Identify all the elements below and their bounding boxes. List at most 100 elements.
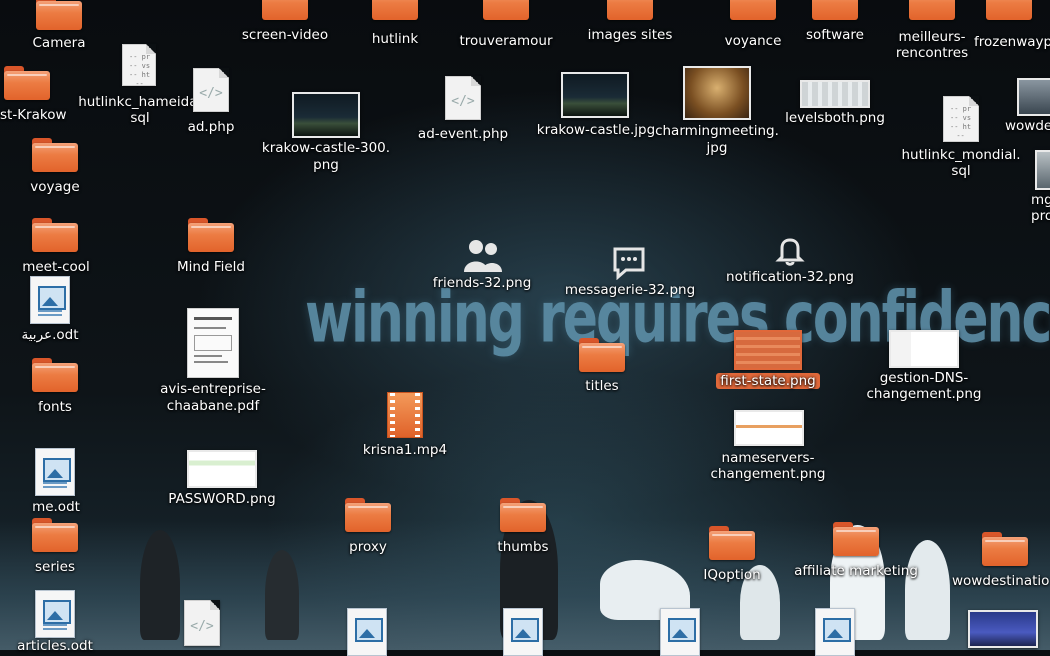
ad-event-php-file[interactable]: </> ad-event.php <box>415 76 511 146</box>
icon-label: proxy <box>349 539 387 555</box>
icon-label: changement.png <box>866 386 982 402</box>
friends-icon <box>464 240 502 272</box>
frozenway-folder[interactable]: frozenwayp <box>968 0 1050 50</box>
icon-label: software <box>806 27 864 43</box>
password-png[interactable]: PASSWORD.png <box>160 448 284 512</box>
mind-field-folder[interactable]: Mind Field <box>170 216 252 276</box>
krakow-castle-300-png[interactable]: krakow-castle-300. png <box>258 90 394 176</box>
folder-icon <box>982 532 1028 566</box>
video-file-icon <box>387 392 423 438</box>
icon-label: charmingmeeting. <box>655 123 779 139</box>
folder-icon <box>579 338 625 372</box>
icon-label: fonts <box>38 399 72 415</box>
krisna1-mp4-file[interactable]: krisna1.mp4 <box>355 390 455 460</box>
icon-label: Mind Field <box>177 259 245 275</box>
icon-label: frozenwayp <box>974 34 1050 50</box>
odt-file-icon[interactable] <box>347 608 387 656</box>
icon-label: mg <box>1031 192 1050 208</box>
proxy-folder[interactable]: proxy <box>330 496 406 556</box>
hutlinkc-mondial-sql[interactable]: -- pr -- vs -- ht -- hutlinkc_mondial. sql <box>895 96 1027 182</box>
icon-label: articles.odt <box>17 638 93 654</box>
fonts-folder[interactable]: fonts <box>18 356 92 416</box>
icon-label: krakow-castle.jpg <box>536 122 656 138</box>
icon-label: series <box>35 559 75 575</box>
code-file-icon: </> <box>193 68 229 112</box>
krakow-castle-jpg[interactable]: krakow-castle.jpg <box>530 70 662 138</box>
icon-label: krisna1.mp4 <box>362 442 448 458</box>
folder-icon <box>32 518 78 552</box>
meet-cool-folder[interactable]: meet-cool <box>14 216 98 276</box>
icon-label: titles <box>585 378 619 394</box>
krakow-folder[interactable]: st-Krakow <box>0 64 72 124</box>
icon-label: hutlinkc_mondial. <box>901 147 1021 163</box>
icon-label: affiliate marketing <box>794 563 918 579</box>
series-folder[interactable]: series <box>18 516 92 576</box>
articles-odt-file[interactable]: articles.odt <box>12 588 98 654</box>
icon-label: gestion-DNS- <box>879 370 969 386</box>
image-thumbnail <box>734 330 802 370</box>
icon-label: voyance <box>724 33 782 49</box>
friends-32-png[interactable]: friends-32.png <box>428 238 536 294</box>
voyance-folder[interactable]: voyance <box>713 0 793 50</box>
folder-icon <box>483 0 529 20</box>
first-state-png[interactable]: first-state.png <box>710 330 826 392</box>
me-odt-file[interactable]: me.odt <box>20 448 92 518</box>
image-thumbnail <box>1035 150 1050 190</box>
chess-piece <box>140 530 180 640</box>
image-thumbnail[interactable] <box>968 610 1038 648</box>
levelsboth-png[interactable]: levelsboth.png <box>780 80 890 130</box>
affiliate-marketing-folder[interactable]: affiliate marketing <box>788 520 924 584</box>
folder-icon <box>909 0 955 20</box>
software-folder[interactable]: software <box>795 0 875 46</box>
icon-label: trouveramour <box>459 33 553 49</box>
odt-file-icon[interactable] <box>503 608 543 656</box>
wowdestination-folder[interactable]: wowdestinatio <box>948 530 1050 594</box>
icon-label: avis-entreprise- <box>160 381 266 397</box>
folder-icon <box>833 522 879 556</box>
icon-label: levelsboth.png <box>785 110 885 126</box>
mg-pro-png[interactable]: mg pro <box>1025 150 1050 230</box>
hutlink-folder[interactable]: hutlink <box>355 0 435 48</box>
icon-label: notification-32.png <box>726 269 854 285</box>
icon-label: first-state.png <box>710 373 826 389</box>
image-thumbnail <box>561 72 629 118</box>
avis-entreprise-pdf[interactable]: avis-entreprise- chaabane.pdf <box>150 308 276 418</box>
titles-folder[interactable]: titles <box>566 336 638 396</box>
icon-label: st-Krakow <box>0 107 67 123</box>
image-thumbnail <box>800 80 870 108</box>
thumbs-folder[interactable]: thumbs <box>485 496 561 556</box>
icon-label: meilleurs- <box>898 29 966 45</box>
icon-label: sql <box>951 163 971 179</box>
odt-file-icon <box>30 276 70 324</box>
folder-icon <box>372 0 418 20</box>
odt-file-icon[interactable] <box>815 608 855 656</box>
icon-label: me.odt <box>32 499 80 515</box>
nameservers-png[interactable]: nameservers- changement.png <box>703 410 833 486</box>
messagerie-32-png[interactable]: messagerie-32.png <box>560 244 700 300</box>
folder-icon <box>36 0 82 30</box>
charmingmeeting-jpg[interactable]: charmingmeeting. jpg <box>652 64 782 158</box>
icon-label: ad.php <box>187 119 235 135</box>
icon-label: friends-32.png <box>432 275 532 291</box>
chess-piece <box>265 550 299 640</box>
code-file-icon[interactable]: </> <box>184 600 220 646</box>
icon-label: chaabane.pdf <box>166 398 260 414</box>
voyage-folder[interactable]: voyage <box>18 136 92 196</box>
trouveramour-folder[interactable]: trouveramour <box>450 0 562 50</box>
ad-php-file[interactable]: </> ad.php <box>180 68 242 136</box>
gestion-dns-png[interactable]: gestion-DNS- changement.png <box>862 330 986 406</box>
notification-32-png[interactable]: notification-32.png <box>720 234 860 290</box>
meilleurs-rencontres-folder[interactable]: meilleurs- rencontres <box>885 0 979 64</box>
icon-label: IQoption <box>703 567 761 583</box>
icon-label: messagerie-32.png <box>564 282 696 298</box>
icon-label: jpg <box>706 140 728 156</box>
icon-label: PASSWORD.png <box>168 491 276 507</box>
odt-file-icon[interactable] <box>660 608 700 656</box>
icon-label: ad-event.php <box>417 126 509 142</box>
iqoption-folder[interactable]: IQoption <box>690 524 774 584</box>
icon-label: changement.png <box>710 466 826 482</box>
screen-video-folder[interactable]: screen-video <box>235 0 335 46</box>
folder-icon <box>32 218 78 252</box>
images-sites-folder[interactable]: images sites <box>580 0 680 46</box>
arabic-odt-file[interactable]: عربية.odt <box>12 276 88 346</box>
